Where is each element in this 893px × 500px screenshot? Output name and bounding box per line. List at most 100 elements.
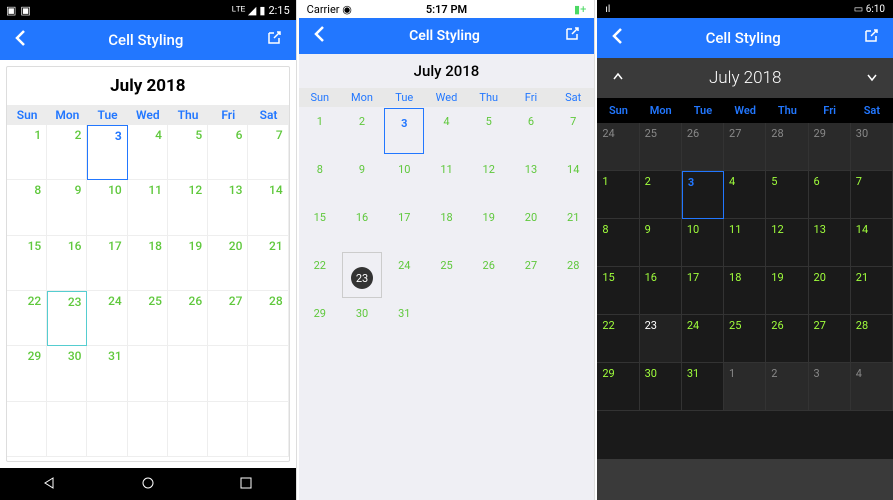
calendar-day-cell[interactable]: 3 [682,171,724,219]
calendar-day-cell[interactable]: 1 [597,171,639,219]
calendar-day-cell[interactable]: 27 [208,291,248,346]
calendar-day-cell[interactable]: 22 [7,291,47,346]
external-link-icon[interactable] [564,26,580,46]
calendar-day-cell[interactable]: 10 [87,180,127,235]
calendar-day-cell[interactable]: 15 [7,236,47,291]
calendar-day-cell[interactable]: 1 [299,107,341,155]
calendar-day-cell[interactable]: 29 [7,346,47,401]
calendar-day-cell[interactable]: 7 [851,171,893,219]
calendar-day-cell[interactable]: 21 [552,203,594,251]
calendar-day-cell[interactable]: 15 [597,267,639,315]
calendar-day-cell[interactable]: 26 [168,291,208,346]
calendar-prev-month-cell[interactable]: 24 [597,123,639,171]
calendar-prev-month-cell[interactable]: 25 [640,123,682,171]
calendar-day-cell[interactable]: 4 [128,125,168,180]
next-month-icon[interactable] [865,69,879,88]
external-link-icon[interactable] [863,28,879,48]
calendar-day-cell[interactable]: 10 [682,219,724,267]
calendar-day-cell[interactable]: 9 [640,219,682,267]
back-icon[interactable] [313,25,325,47]
calendar-day-cell[interactable]: 19 [168,236,208,291]
calendar-day-cell[interactable]: 17 [87,236,127,291]
calendar-day-cell[interactable]: 30 [341,299,383,347]
calendar-day-cell[interactable]: 25 [724,315,766,363]
calendar-day-cell[interactable]: 11 [425,155,467,203]
calendar-next-month-cell[interactable]: 1 [724,363,766,411]
calendar-day-cell[interactable]: 6 [510,107,552,155]
calendar-day-cell[interactable]: 20 [208,236,248,291]
calendar-day-cell[interactable]: 24 [87,291,127,346]
calendar-prev-month-cell[interactable]: 28 [766,123,808,171]
calendar-day-cell[interactable]: 5 [468,107,510,155]
calendar-day-cell[interactable]: 5 [168,125,208,180]
calendar-day-cell[interactable]: 29 [597,363,639,411]
calendar-day-cell[interactable]: 26 [766,315,808,363]
nav-back-icon[interactable] [42,475,56,494]
nav-recent-icon[interactable] [239,475,253,494]
calendar-day-cell[interactable]: 12 [468,155,510,203]
calendar-day-cell[interactable]: 2 [341,107,383,155]
calendar-day-cell[interactable]: 18 [724,267,766,315]
calendar-day-cell[interactable]: 14 [851,219,893,267]
calendar-day-cell[interactable]: 15 [299,203,341,251]
calendar-day-cell[interactable]: 23 [640,315,682,363]
calendar-day-cell[interactable]: 6 [208,125,248,180]
calendar-day-cell[interactable]: 3 [87,125,127,180]
calendar-day-cell[interactable]: 16 [47,236,87,291]
calendar-day-cell[interactable]: 22 [299,251,341,299]
calendar-day-cell[interactable]: 31 [682,363,724,411]
calendar-day-cell[interactable]: 30 [640,363,682,411]
calendar-day-cell[interactable]: 28 [248,291,288,346]
prev-month-icon[interactable] [611,69,625,88]
calendar-day-cell[interactable]: 21 [851,267,893,315]
calendar-day-cell[interactable]: 31 [87,346,127,401]
calendar-next-month-cell[interactable]: 3 [809,363,851,411]
calendar-day-cell[interactable]: 17 [383,203,425,251]
calendar-day-cell[interactable]: 25 [128,291,168,346]
calendar-day-cell[interactable]: 2 [640,171,682,219]
calendar-day-cell[interactable]: 6 [809,171,851,219]
external-link-icon[interactable] [266,30,282,50]
calendar-next-month-cell[interactable]: 2 [766,363,808,411]
calendar-day-cell[interactable]: 12 [766,219,808,267]
calendar-day-cell[interactable]: 23 [342,252,382,298]
calendar-day-cell[interactable]: 19 [468,203,510,251]
calendar-next-month-cell[interactable]: 4 [851,363,893,411]
back-icon[interactable] [14,29,26,51]
calendar-day-cell[interactable]: 13 [809,219,851,267]
calendar-day-cell[interactable]: 26 [468,251,510,299]
calendar-day-cell[interactable]: 27 [510,251,552,299]
calendar-day-cell[interactable]: 31 [383,299,425,347]
calendar-day-cell[interactable]: 4 [724,171,766,219]
calendar-day-cell[interactable]: 23 [47,291,87,346]
calendar-prev-month-cell[interactable]: 29 [809,123,851,171]
back-icon[interactable] [611,27,623,49]
calendar-day-cell[interactable]: 11 [724,219,766,267]
calendar-prev-month-cell[interactable]: 30 [851,123,893,171]
calendar-day-cell[interactable]: 17 [682,267,724,315]
calendar-day-cell[interactable]: 20 [510,203,552,251]
calendar-day-cell[interactable]: 3 [384,108,424,154]
calendar-day-cell[interactable]: 8 [7,180,47,235]
calendar-day-cell[interactable]: 11 [128,180,168,235]
calendar-day-cell[interactable]: 29 [299,299,341,347]
calendar-day-cell[interactable]: 28 [851,315,893,363]
calendar-day-cell[interactable]: 9 [341,155,383,203]
calendar-day-cell[interactable]: 7 [552,107,594,155]
calendar-prev-month-cell[interactable]: 26 [682,123,724,171]
calendar-day-cell[interactable]: 1 [7,125,47,180]
calendar-day-cell[interactable]: 25 [425,251,467,299]
calendar-day-cell[interactable]: 13 [208,180,248,235]
calendar-day-cell[interactable]: 13 [510,155,552,203]
calendar-day-cell[interactable]: 16 [640,267,682,315]
calendar-grid[interactable]: 1234567891011121314151617181920212223242… [7,125,289,457]
calendar-day-cell[interactable]: 4 [425,107,467,155]
calendar-day-cell[interactable]: 27 [809,315,851,363]
calendar-day-cell[interactable]: 24 [383,251,425,299]
calendar-day-cell[interactable]: 7 [248,125,288,180]
calendar-day-cell[interactable]: 28 [552,251,594,299]
calendar-prev-month-cell[interactable]: 27 [724,123,766,171]
calendar-day-cell[interactable]: 21 [248,236,288,291]
calendar-day-cell[interactable]: 2 [47,125,87,180]
calendar-day-cell[interactable]: 24 [682,315,724,363]
